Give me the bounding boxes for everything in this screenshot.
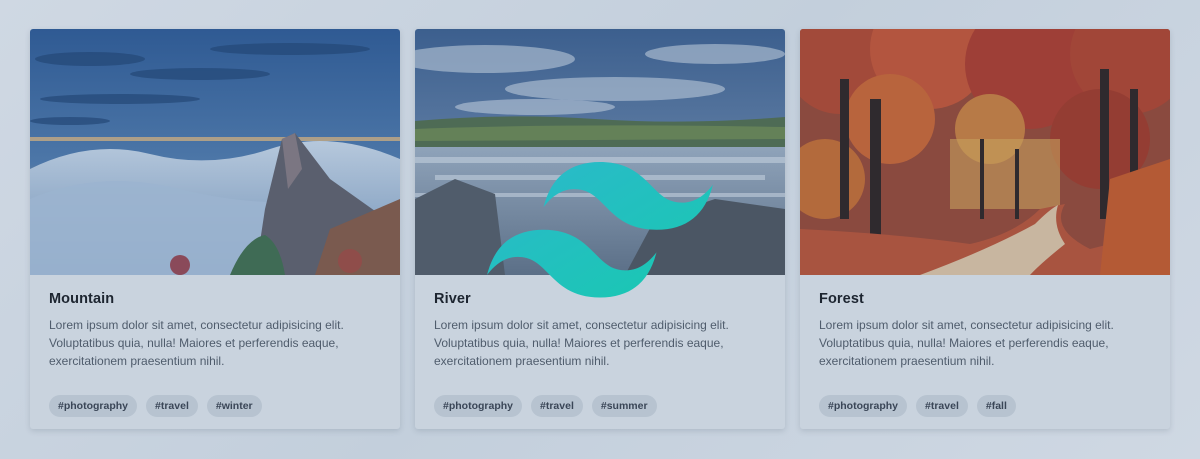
- tag-travel[interactable]: #travel: [146, 395, 198, 417]
- card-title: Forest: [819, 291, 864, 307]
- card-mountain[interactable]: Mountain Lorem ipsum dolor sit amet, con…: [30, 29, 400, 429]
- card-description: Lorem ipsum dolor sit amet, consectetur …: [49, 318, 344, 368]
- tag-travel[interactable]: #travel: [531, 395, 583, 417]
- mountain-image: [30, 29, 400, 275]
- tailwind-logo-icon: [486, 162, 714, 300]
- forest-image: [800, 29, 1170, 275]
- tag-list: #photography #travel #fall: [819, 395, 1016, 417]
- tag-winter[interactable]: #winter: [206, 395, 262, 417]
- card-description: Lorem ipsum dolor sit amet, consectetur …: [819, 318, 1114, 368]
- tag-summer[interactable]: #summer: [591, 395, 657, 417]
- tag-travel[interactable]: #travel: [916, 395, 968, 417]
- card-description: Lorem ipsum dolor sit amet, consectetur …: [434, 318, 729, 368]
- tag-photography[interactable]: #photography: [434, 395, 522, 417]
- tag-list: #photography #travel #summer: [434, 395, 657, 417]
- card-title: Mountain: [49, 291, 115, 307]
- tag-fall[interactable]: #fall: [976, 395, 1016, 417]
- tag-photography[interactable]: #photography: [819, 395, 907, 417]
- tag-list: #photography #travel #winter: [49, 395, 262, 417]
- tag-photography[interactable]: #photography: [49, 395, 137, 417]
- card-forest[interactable]: Forest Lorem ipsum dolor sit amet, conse…: [800, 29, 1170, 429]
